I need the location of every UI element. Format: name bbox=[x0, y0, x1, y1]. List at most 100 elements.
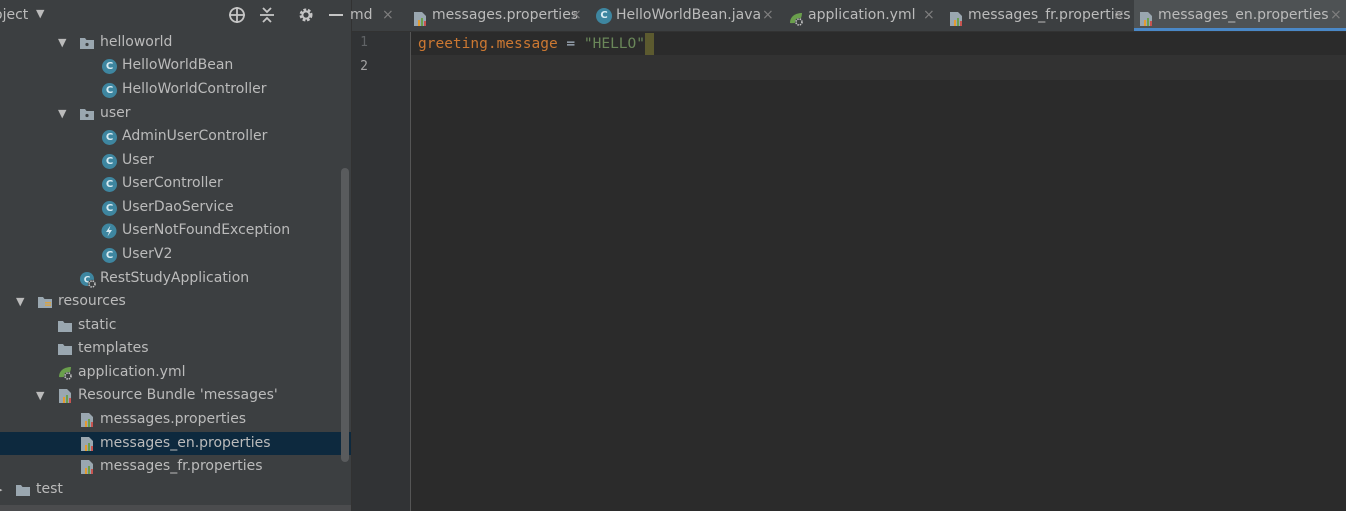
tree-item-label: AdminUserController bbox=[122, 128, 268, 144]
tree-item[interactable]: static bbox=[0, 314, 352, 337]
tree-item-label: HelloWorldController bbox=[122, 81, 267, 97]
tree-item-label: messages.properties bbox=[100, 411, 247, 427]
tree-item[interactable]: C HelloWorldBean bbox=[0, 54, 352, 77]
tab-label: messages_en.properties bbox=[1158, 7, 1329, 23]
editor-tab[interactable]: md × bbox=[350, 0, 398, 31]
collapse-all-icon[interactable] bbox=[257, 5, 277, 25]
editor-tab-active[interactable]: messages_en.properties × bbox=[1134, 0, 1346, 31]
tree-item[interactable]: application.yml bbox=[0, 361, 352, 384]
tree-item-label: User bbox=[122, 152, 154, 168]
line-number: 1 bbox=[360, 35, 368, 50]
property-key: greeting.message bbox=[418, 36, 558, 52]
expand-arrow-icon[interactable]: ▼ bbox=[58, 31, 66, 54]
tree-item[interactable]: UserNotFoundException bbox=[0, 219, 352, 242]
properties-file-icon bbox=[412, 8, 428, 26]
properties-file-icon bbox=[79, 459, 95, 475]
project-scrollbar[interactable] bbox=[341, 168, 349, 462]
tree-item[interactable]: C User bbox=[0, 149, 352, 172]
tree-item[interactable]: ▼ Resource Bundle 'messages' bbox=[0, 384, 352, 407]
editor-tab[interactable]: application.yml × bbox=[784, 0, 939, 31]
java-class-icon: C bbox=[102, 177, 117, 192]
property-operator: = bbox=[557, 36, 584, 52]
editor-gutter bbox=[352, 32, 410, 511]
project-tree: ▼ helloworld C HelloWorldBean C HelloWorldCon… bbox=[0, 31, 352, 511]
tree-item-label: application.yml bbox=[78, 364, 186, 380]
package-folder-icon bbox=[79, 106, 95, 122]
java-class-icon: C bbox=[102, 201, 117, 216]
project-panel-header: oject ▼ bbox=[0, 0, 352, 31]
expand-arrow-icon[interactable]: ▼ bbox=[16, 290, 24, 313]
close-tab-icon[interactable]: × bbox=[762, 0, 774, 31]
tree-item[interactable]: C UserV2 bbox=[0, 243, 352, 266]
project-view-title[interactable]: oject bbox=[0, 7, 28, 23]
tree-item[interactable]: ▶ test bbox=[0, 478, 352, 501]
tree-item[interactable]: messages.properties bbox=[0, 408, 352, 431]
minimize-icon[interactable] bbox=[326, 5, 346, 25]
tree-item-label: messages_fr.properties bbox=[100, 458, 263, 474]
property-value: "HELLO" bbox=[583, 36, 645, 52]
java-class-icon: C bbox=[102, 83, 117, 98]
editor-tab[interactable]: messages.properties × bbox=[408, 0, 586, 31]
code-line[interactable]: greeting.message = "HELLO" bbox=[418, 33, 654, 55]
tree-item-label: UserController bbox=[122, 175, 223, 191]
tree-item[interactable]: C RestStudyApplication bbox=[0, 267, 352, 290]
java-class-icon: C bbox=[596, 8, 612, 24]
gutter-separator bbox=[410, 32, 411, 511]
tree-item-label: resources bbox=[58, 293, 126, 309]
tab-label: md bbox=[350, 7, 373, 23]
editor-tab[interactable]: C HelloWorldBean.java × bbox=[592, 0, 778, 31]
tree-item-label: test bbox=[36, 481, 63, 497]
tree-item[interactable]: C AdminUserController bbox=[0, 125, 352, 148]
tab-label: application.yml bbox=[808, 7, 916, 23]
expand-arrow-icon[interactable]: ▼ bbox=[36, 384, 44, 407]
tree-item[interactable]: messages_en.properties bbox=[0, 432, 352, 455]
collapse-arrow-icon[interactable]: ▶ bbox=[0, 478, 2, 501]
text-caret bbox=[645, 33, 654, 55]
editor-tab-bar: md × messages.properties × C HelloWorldBean.j… bbox=[350, 0, 1346, 32]
tree-item-label: UserDaoService bbox=[122, 199, 234, 215]
tree-item[interactable]: ▼ helloworld bbox=[0, 31, 352, 54]
tree-item-label: RestStudyApplication bbox=[100, 270, 250, 286]
tree-item-label: helloworld bbox=[100, 34, 173, 50]
tree-item[interactable]: C HelloWorldController bbox=[0, 78, 352, 101]
tree-item[interactable]: C UserDaoService bbox=[0, 196, 352, 219]
gear-icon[interactable] bbox=[296, 5, 316, 25]
tree-item-label: static bbox=[78, 317, 117, 333]
close-tab-icon[interactable]: × bbox=[1330, 0, 1342, 31]
tab-label: messages.properties bbox=[432, 7, 579, 23]
editor-tab[interactable]: messages_fr.properties × bbox=[944, 0, 1131, 31]
tree-item-label: messages_en.properties bbox=[100, 435, 271, 451]
crosshair-icon[interactable] bbox=[227, 5, 247, 25]
tree-item[interactable]: ▼ user bbox=[0, 102, 352, 125]
tree-item[interactable]: C UserController bbox=[0, 172, 352, 195]
folder-icon bbox=[57, 341, 73, 357]
spring-config-icon bbox=[57, 365, 73, 381]
tree-item[interactable]: templates bbox=[0, 337, 352, 360]
java-class-icon: C bbox=[102, 59, 117, 74]
close-tab-icon[interactable]: × bbox=[1113, 0, 1125, 31]
chevron-down-icon[interactable]: ▼ bbox=[36, 7, 44, 20]
close-tab-icon[interactable]: × bbox=[570, 0, 582, 31]
folder-icon bbox=[15, 482, 31, 498]
tree-item-label: UserNotFoundException bbox=[122, 222, 291, 238]
folder-icon bbox=[57, 318, 73, 334]
exception-class-icon bbox=[101, 223, 117, 239]
resources-folder-icon bbox=[37, 294, 53, 310]
close-tab-icon[interactable]: × bbox=[923, 0, 935, 31]
resource-bundle-icon bbox=[57, 388, 73, 404]
expand-arrow-icon[interactable]: ▼ bbox=[58, 102, 66, 125]
properties-file-icon bbox=[1138, 8, 1154, 26]
project-panel-bottom-edge bbox=[0, 505, 352, 511]
tree-item-label: Resource Bundle 'messages' bbox=[78, 387, 278, 403]
properties-file-icon bbox=[79, 436, 95, 452]
tree-item[interactable]: messages_fr.properties bbox=[0, 455, 352, 478]
line-number: 2 bbox=[360, 59, 368, 74]
spring-config-icon bbox=[788, 8, 804, 26]
java-class-icon: C bbox=[102, 154, 117, 169]
properties-file-icon bbox=[79, 412, 95, 428]
close-tab-icon[interactable]: × bbox=[382, 0, 394, 31]
tree-item[interactable]: ▼ resources bbox=[0, 290, 352, 313]
tree-item-label: user bbox=[100, 105, 131, 121]
tab-label: messages_fr.properties bbox=[968, 7, 1131, 23]
spring-boot-app-icon: C bbox=[79, 271, 97, 289]
